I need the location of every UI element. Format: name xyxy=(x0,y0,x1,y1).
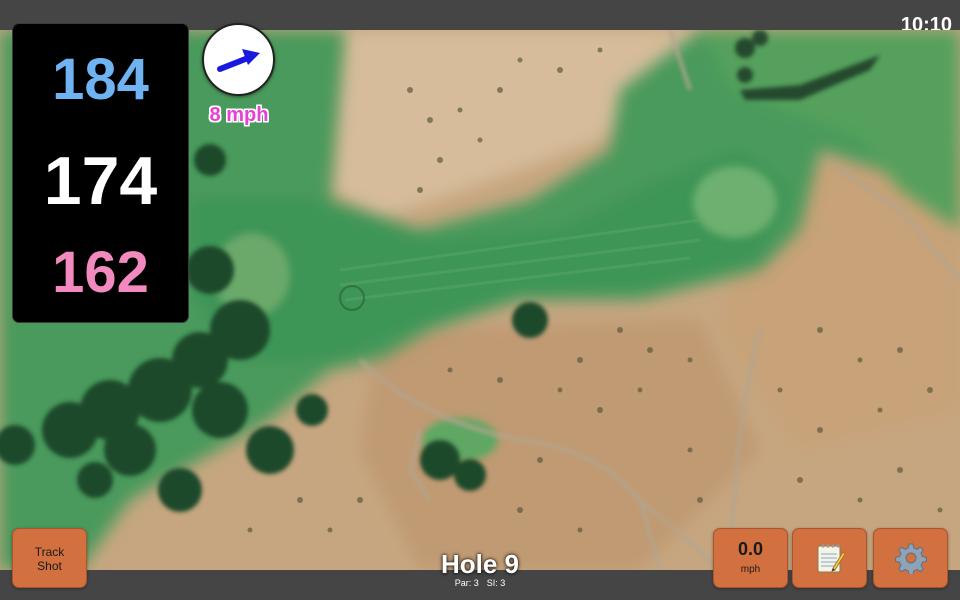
track-shot-button[interactable]: Track Shot xyxy=(12,528,87,588)
hole-par: Par: 3 xyxy=(454,578,479,588)
front-distance: 162 xyxy=(52,240,149,305)
wind-indicator xyxy=(202,23,275,96)
speed-button[interactable]: 0.0 mph xyxy=(713,528,788,588)
track-shot-label-line1: Track xyxy=(34,545,65,559)
distance-panel: 184 174 162 xyxy=(12,23,189,323)
speed-unit: mph xyxy=(740,564,761,575)
hole-stroke-index: SI: 3 xyxy=(486,578,506,588)
settings-button[interactable] xyxy=(873,528,948,588)
notepad-icon xyxy=(817,544,845,573)
gear-icon xyxy=(894,543,927,574)
back-distance: 184 xyxy=(52,47,149,112)
track-shot-label-line2: Shot xyxy=(37,559,62,573)
wind-speed: 8 mph xyxy=(209,104,269,126)
hole-title: Hole 9 xyxy=(440,549,520,579)
notes-button[interactable] xyxy=(792,528,867,588)
hole-info: Par: 3 SI: 3 xyxy=(380,578,580,588)
middle-distance: 174 xyxy=(43,143,158,219)
wind-direction-arrow-icon xyxy=(217,49,260,72)
speed-value: 0.0 xyxy=(737,539,764,559)
